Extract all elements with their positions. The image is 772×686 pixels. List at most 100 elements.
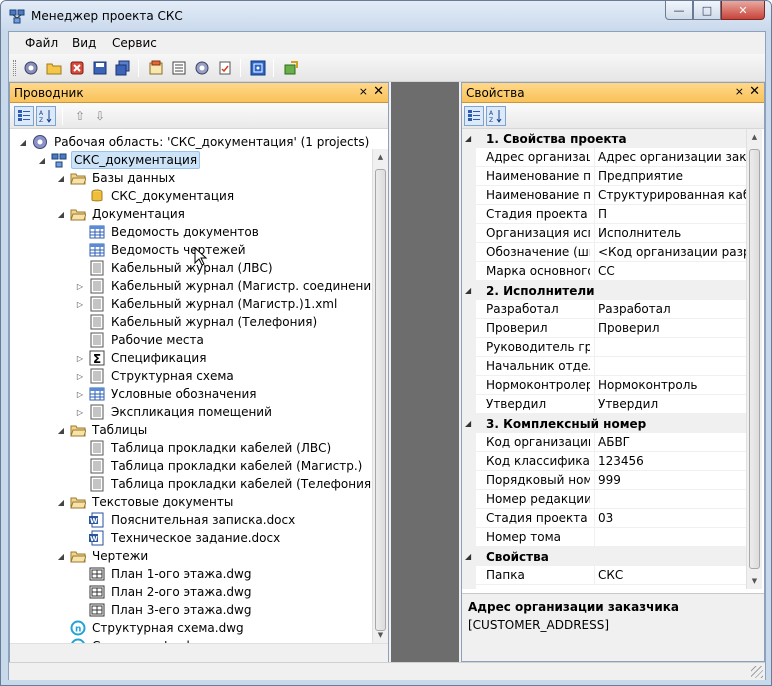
property-row[interactable]: Адрес организации заказчика Адрес организ… [476,148,746,167]
column-splitter[interactable] [594,319,595,338]
tree-node-label[interactable]: Чертежи [90,548,150,564]
tree-node-label[interactable]: Экспликация помещений [109,404,274,420]
close-project-icon[interactable] [68,59,86,77]
tree-node[interactable]: ▷ Кабельный журнал (Магистр. соединения) [75,277,372,295]
panel-splitter[interactable] [391,82,459,662]
tree-node-label[interactable]: Документация [90,206,187,222]
tree-node-label[interactable]: Кабельный журнал (ЛВС) [109,260,275,276]
tree-node-label[interactable]: Таблица прокладки кабелей (Телефония) [109,476,372,492]
tree-node[interactable]: ◢ СКС_документация [37,151,201,169]
tree-expander-icon[interactable]: ◢ [18,138,28,147]
column-splitter[interactable] [594,243,595,262]
tree-node-label[interactable]: Кабельный журнал (Магистр. соединения) [109,278,372,294]
close-icon[interactable]: ✕ [749,84,760,99]
categorized-view-icon[interactable] [14,106,34,126]
sort-alphabetical-icon[interactable]: AZ [36,106,56,126]
tree-expander-icon[interactable]: ◢ [56,174,66,183]
categorized-view-icon[interactable] [464,106,484,126]
column-splitter[interactable] [594,566,595,585]
property-value[interactable]: АБВГ [598,435,746,449]
property-value[interactable]: Проверил [598,321,746,335]
tree-node-label[interactable]: Условные обозначения [109,386,259,402]
property-category[interactable]: ◢ Свойства [462,547,746,566]
tree-node-label[interactable]: Структурная схема.dwg [90,620,246,636]
property-row[interactable]: Папка СКС [476,566,746,585]
scroll-thumb[interactable] [749,149,760,569]
property-row[interactable]: Марка основного комплекта СС [476,262,746,281]
tree-node-label[interactable]: Текстовые документы [90,494,235,510]
property-category[interactable]: ◢ 1. Свойства проекта [462,129,746,148]
property-value[interactable]: Нормоконтроль [598,378,746,392]
tree-node[interactable]: Кабельный журнал (Телефония) [75,313,319,331]
tree-node-label[interactable]: СКС_документация [71,151,201,169]
menu-view[interactable]: Вид [72,36,96,50]
property-row[interactable]: Наименование предприятия Предприятие [476,167,746,186]
tree-node-label[interactable]: Базы данных [90,170,177,186]
properties-vertical-scrollbar[interactable]: ▲ ▼ [746,129,762,589]
property-grid[interactable]: ◢ 1. Свойства проекта Адрес организации за… [462,129,746,589]
explorer-tree[interactable]: ◢ Рабочая область: 'СКС_документация' (1 … [10,129,372,659]
tree-node[interactable]: Рабочие места [75,331,206,349]
column-splitter[interactable] [594,509,595,528]
tree-node[interactable]: ▷ Σ Спецификация [75,349,208,367]
scroll-up-arrow-icon[interactable]: ▲ [747,129,762,145]
export-icon[interactable] [282,59,300,77]
property-value[interactable]: Структурированная кабельная система [598,188,746,202]
tree-expander-icon[interactable]: ▷ [75,408,85,417]
tree-expander-icon[interactable]: ▷ [75,354,85,363]
tree-node-label[interactable]: План 3-его этажа.dwg [109,602,253,618]
explorer-horizontal-scrollbar[interactable] [10,643,388,663]
tree-expander-icon[interactable]: ▷ [75,390,85,399]
tree-node[interactable]: Таблица прокладки кабелей (Телефония) [75,475,372,493]
property-value[interactable]: СКС [598,568,746,582]
column-splitter[interactable] [594,471,595,490]
open-folder-icon[interactable] [45,59,63,77]
tree-expander-icon[interactable]: ◢ [56,552,66,561]
category-collapse-icon[interactable]: ◢ [465,286,471,295]
tree-node[interactable]: Таблица прокладки кабелей (Магистр.) [75,457,364,475]
property-row[interactable]: Руководитель группы [476,338,746,357]
property-value[interactable]: 999 [598,473,746,487]
property-value[interactable]: П [598,207,746,221]
close-button[interactable]: ✕ [721,1,765,20]
property-row[interactable]: Код классификационной характеристики 1234… [476,452,746,471]
scroll-down-arrow-icon[interactable]: ▼ [747,573,762,589]
property-row[interactable]: Нормоконтролер Нормоконтроль [476,376,746,395]
column-splitter[interactable] [594,167,595,186]
property-category[interactable]: ◢ 2. Исполнители [462,281,746,300]
title-bar[interactable]: Менеджер проекта СКС — □ ✕ [1,1,771,31]
tree-node-label[interactable]: Рабочая область: 'СКС_документация' (1 p… [52,134,371,150]
pin-icon[interactable]: ⨯ [359,85,368,98]
tree-node-label[interactable]: Таблицы [90,422,149,438]
maximize-button[interactable]: □ [693,1,721,20]
tree-node[interactable]: ◢ Документация [56,205,187,223]
tree-node-label[interactable]: СКС_документация [109,188,236,204]
tree-expander-icon[interactable]: ◢ [37,156,47,165]
property-row[interactable]: Наименование проекта Структурированная ка… [476,186,746,205]
tree-node-label[interactable]: Структурная схема [109,368,236,384]
property-value[interactable]: <Код организации разработчика> [598,245,746,259]
property-row[interactable]: Номер тома [476,528,746,547]
column-splitter[interactable] [594,395,595,414]
network-icon[interactable] [249,59,267,77]
minimize-button[interactable]: — [665,1,693,20]
tree-node-label[interactable]: План 1-ого этажа.dwg [109,566,253,582]
property-value[interactable]: Адрес организации заказчика [598,150,746,164]
tree-node-label[interactable]: План 2-ого этажа.dwg [109,584,253,600]
column-splitter[interactable] [594,262,595,281]
column-splitter[interactable] [594,205,595,224]
tree-node[interactable]: ◢ Чертежи [56,547,150,565]
property-row[interactable]: Утвердил Утвердил [476,395,746,414]
tree-node[interactable]: Кабельный журнал (ЛВС) [75,259,275,277]
column-splitter[interactable] [594,300,595,319]
tree-node-label[interactable]: Пояснительная записка.docx [109,512,297,528]
property-row[interactable]: Проверил Проверил [476,319,746,338]
property-value[interactable]: 03 [598,511,746,525]
property-value[interactable]: Предприятие [598,169,746,183]
resize-grip[interactable] [751,666,763,678]
tree-node[interactable]: ◢ Текстовые документы [56,493,235,511]
property-value[interactable]: 123456 [598,454,746,468]
property-row[interactable]: Порядковый номер 999 [476,471,746,490]
move-down-icon[interactable]: ⇩ [90,106,110,126]
tree-expander-icon[interactable]: ▷ [75,282,85,291]
